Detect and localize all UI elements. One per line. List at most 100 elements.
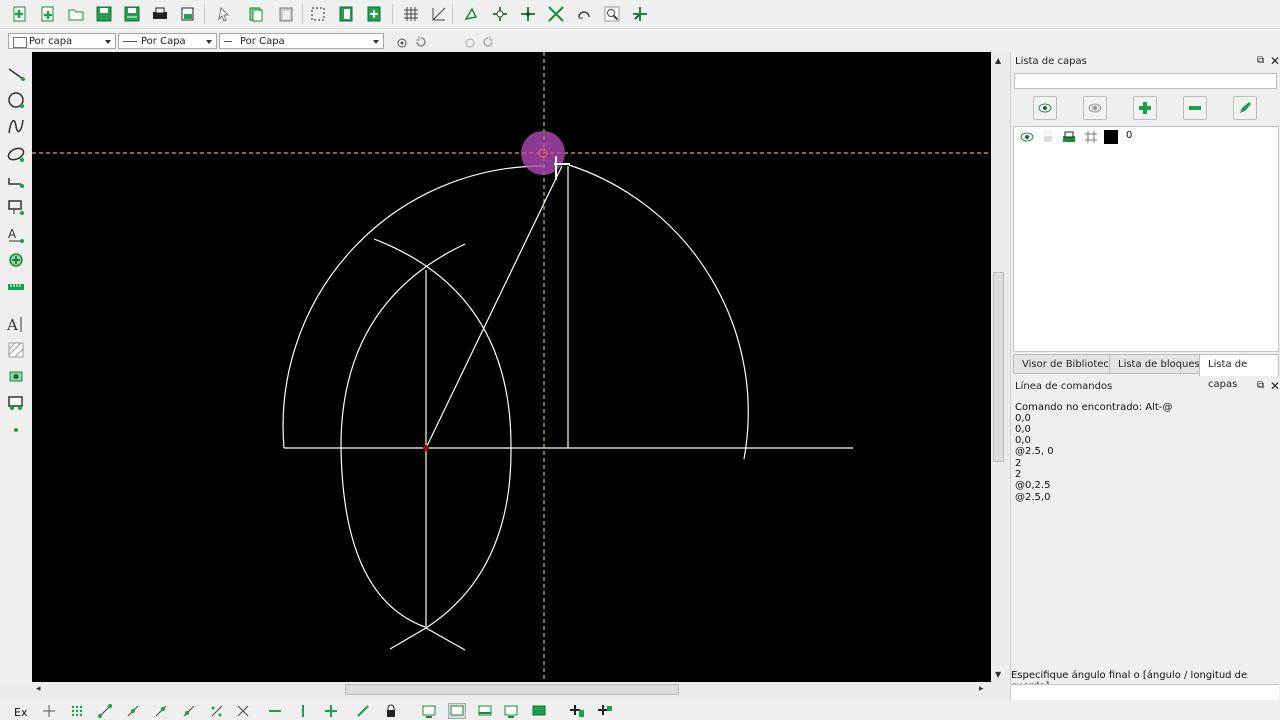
vertical-scroll-thumb[interactable] bbox=[993, 272, 1004, 462]
layer-toggle-icon[interactable] bbox=[335, 3, 357, 25]
close-command-panel-icon[interactable]: ✕ bbox=[1270, 379, 1280, 393]
vertical-scrollbar[interactable]: ▲ ▼ bbox=[991, 52, 1007, 682]
color-combo[interactable]: Por capa bbox=[8, 33, 116, 49]
close-panel-icon[interactable]: ✕ bbox=[1270, 54, 1280, 68]
circle-tool-icon[interactable] bbox=[4, 88, 28, 112]
show-all-layers-button[interactable] bbox=[1033, 96, 1057, 120]
hide-all-layers-button[interactable] bbox=[1083, 96, 1107, 120]
layer-visible-icon[interactable] bbox=[1020, 132, 1034, 142]
color-combo-label: Por capa bbox=[29, 36, 73, 47]
tab-block-list[interactable]: Lista de bloques bbox=[1109, 354, 1209, 374]
drawing-canvas[interactable] bbox=[32, 52, 991, 682]
scroll-up-icon[interactable]: ▲ bbox=[995, 56, 1001, 65]
draft-mode-icon[interactable] bbox=[428, 3, 450, 25]
layer-construction-icon[interactable] bbox=[1084, 130, 1098, 144]
zoom-out-icon[interactable] bbox=[517, 3, 539, 25]
history-line: @2.5, 0 bbox=[1015, 446, 1054, 457]
zoom-pan-icon[interactable] bbox=[629, 3, 651, 25]
command-input[interactable] bbox=[1011, 684, 1279, 701]
hatch-tool-icon[interactable] bbox=[4, 338, 28, 362]
restrict-orthogonal-icon[interactable] bbox=[322, 703, 340, 719]
select-pointer-icon[interactable] bbox=[213, 3, 235, 25]
save-as-icon[interactable] bbox=[121, 3, 143, 25]
select-tool-icon[interactable] bbox=[4, 195, 28, 219]
open-folder-icon[interactable] bbox=[65, 3, 87, 25]
linetype-combo[interactable]: Por Capa bbox=[219, 33, 384, 49]
layer-color-swatch[interactable] bbox=[1104, 130, 1118, 144]
snap-middle-icon[interactable] bbox=[180, 703, 198, 719]
image-tool-icon[interactable] bbox=[4, 364, 28, 388]
float-panel-icon[interactable]: ⧉ bbox=[1257, 55, 1264, 66]
remove-layer-button[interactable] bbox=[1183, 96, 1207, 120]
view-mode-1-icon[interactable] bbox=[420, 703, 438, 719]
paste-icon[interactable] bbox=[275, 3, 297, 25]
float-command-panel-icon[interactable]: ⧉ bbox=[1257, 380, 1264, 391]
pen-toolbar: Por capa Por Capa Por Capa bbox=[0, 28, 1280, 53]
point-tool-icon[interactable] bbox=[4, 418, 28, 442]
snap-on-entity-icon[interactable] bbox=[124, 703, 142, 719]
edit-block-icon[interactable] bbox=[596, 703, 614, 719]
horizontal-scroll-thumb[interactable] bbox=[345, 684, 679, 695]
zoom-auto-icon[interactable] bbox=[545, 3, 567, 25]
view-mode-5-icon[interactable] bbox=[530, 703, 548, 719]
zoom-window-icon[interactable] bbox=[601, 3, 623, 25]
edit-layer-button[interactable] bbox=[1233, 96, 1257, 120]
undo-icon[interactable] bbox=[414, 35, 428, 52]
block-tool-icon[interactable] bbox=[4, 391, 28, 415]
snap-free-icon[interactable] bbox=[40, 703, 58, 719]
chevron-down-icon bbox=[105, 40, 111, 44]
redo-icon[interactable] bbox=[481, 35, 495, 52]
scroll-down-icon[interactable]: ▼ bbox=[995, 670, 1001, 679]
command-history: Comando no encontrado: Alt-@ 0,0 0,0 0,0… bbox=[1011, 398, 1279, 668]
snap-free-icon[interactable] bbox=[396, 37, 408, 52]
modify-tool-icon[interactable] bbox=[4, 248, 28, 272]
relative-zero-icon[interactable] bbox=[354, 703, 372, 719]
view-mode-2-icon[interactable] bbox=[448, 703, 466, 719]
snap-intersection-icon[interactable] bbox=[234, 703, 252, 719]
layer-lock-icon[interactable] bbox=[1042, 131, 1054, 143]
new-template-icon[interactable] bbox=[37, 3, 59, 25]
lens-left-upper bbox=[373, 238, 512, 449]
snap-exclusive-label[interactable]: Ex bbox=[14, 706, 27, 719]
redraw-icon[interactable] bbox=[461, 3, 483, 25]
zoom-previous-icon[interactable] bbox=[573, 3, 595, 25]
snap-grid-icon[interactable] bbox=[68, 703, 86, 719]
scroll-right-icon[interactable]: ▸ bbox=[979, 684, 984, 694]
horizontal-scrollbar[interactable]: ◂ ▸ bbox=[32, 682, 991, 698]
restrict-vertical-icon[interactable] bbox=[294, 703, 312, 719]
layer-print-icon[interactable] bbox=[1062, 130, 1076, 144]
text-tool-icon[interactable]: A bbox=[4, 312, 28, 336]
snap-endpoint-icon[interactable] bbox=[96, 703, 114, 719]
grid-icon[interactable] bbox=[400, 3, 422, 25]
snap-distance-icon[interactable] bbox=[208, 703, 226, 719]
view-mode-3-icon[interactable] bbox=[476, 703, 494, 719]
view-mode-4-icon[interactable] bbox=[502, 703, 520, 719]
save-icon[interactable] bbox=[93, 3, 115, 25]
tab-library-viewer[interactable]: Visor de Biblioteca bbox=[1013, 354, 1125, 374]
polyline-tool-icon[interactable] bbox=[4, 168, 28, 192]
block-insert-icon[interactable] bbox=[363, 3, 385, 25]
dock-panel: Lista de capas ⧉ ✕ 0 Visor de Biblioteca… bbox=[1010, 52, 1280, 701]
spline-tool-icon[interactable] bbox=[4, 114, 28, 138]
scroll-left-icon[interactable]: ◂ bbox=[36, 684, 41, 694]
measure-tool-icon[interactable] bbox=[4, 275, 28, 299]
width-combo[interactable]: Por Capa bbox=[118, 33, 217, 49]
print-preview-icon[interactable] bbox=[177, 3, 199, 25]
tab-layer-list[interactable]: Lista de capas bbox=[1199, 354, 1279, 390]
new-file-icon[interactable] bbox=[9, 3, 31, 25]
dimension-tool-icon[interactable]: A bbox=[4, 222, 28, 246]
add-block-icon[interactable] bbox=[568, 703, 586, 719]
restrict-horizontal-icon[interactable] bbox=[266, 703, 284, 719]
line-tool-icon[interactable] bbox=[4, 62, 28, 86]
layer-row[interactable]: 0 bbox=[1014, 127, 1278, 147]
ellipse-tool-icon[interactable] bbox=[4, 142, 28, 166]
zoom-in-icon[interactable] bbox=[489, 3, 511, 25]
print-icon[interactable] bbox=[149, 3, 171, 25]
add-layer-button[interactable] bbox=[1133, 96, 1157, 120]
lock-relative-zero-icon[interactable] bbox=[382, 703, 400, 719]
snap-center-icon[interactable] bbox=[152, 703, 170, 719]
select-window-icon[interactable] bbox=[307, 3, 329, 25]
layer-filter-input[interactable] bbox=[1014, 73, 1277, 89]
copy-icon[interactable] bbox=[245, 3, 267, 25]
inner-arc bbox=[340, 243, 466, 628]
